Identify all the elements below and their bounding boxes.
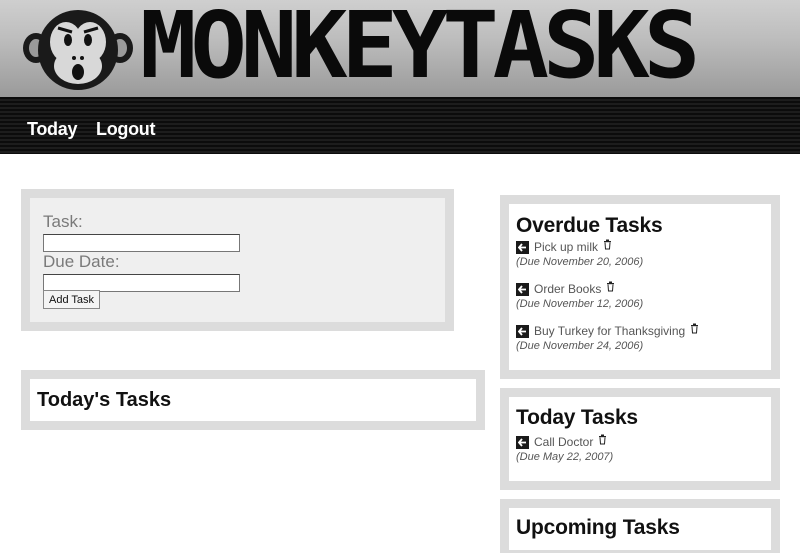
left-arrow-icon[interactable]	[516, 282, 529, 296]
task-due-date: (Due May 22, 2007)	[516, 451, 614, 463]
upcoming-tasks-panel: Upcoming Tasks	[500, 499, 780, 553]
add-task-form: Task: Due Date: Add Task	[21, 189, 454, 331]
trash-icon[interactable]	[690, 323, 699, 334]
add-task-button[interactable]: Add Task	[43, 290, 101, 309]
overdue-tasks-panel: Overdue Tasks Pick up milk (Due November…	[500, 195, 780, 379]
nav-logout-link[interactable]: Logout	[96, 119, 155, 140]
left-arrow-icon[interactable]	[516, 324, 529, 338]
trash-icon[interactable]	[606, 281, 615, 292]
trash-icon[interactable]	[603, 239, 612, 250]
task-item: Call Doctor (Due May 22, 2007)	[516, 434, 614, 463]
logo-wordmark: MONKEYTASKS	[140, 0, 700, 97]
task-name: Call Doctor	[534, 435, 594, 449]
upcoming-tasks-title: Upcoming Tasks	[516, 516, 680, 539]
task-item: Buy Turkey for Thanksgiving (Due Novembe…	[516, 323, 699, 352]
task-name: Pick up milk	[534, 240, 599, 254]
today-tasks-title: Today Tasks	[516, 406, 638, 429]
todays-tasks-title: Today's Tasks	[37, 389, 172, 411]
task-item: Pick up milk (Due November 20, 2006)	[516, 239, 644, 268]
task-name: Order Books	[534, 282, 602, 296]
due-date-label: Due Date:	[43, 252, 120, 271]
todays-tasks-panel: Today's Tasks	[21, 370, 485, 430]
nav-bar: Today Logout	[0, 97, 800, 154]
trash-icon[interactable]	[598, 434, 607, 445]
left-arrow-icon[interactable]	[516, 435, 529, 449]
left-arrow-icon[interactable]	[516, 240, 529, 254]
task-name: Buy Turkey for Thanksgiving	[534, 324, 686, 338]
task-due-date: (Due November 24, 2006)	[516, 340, 644, 352]
task-item: Order Books (Due November 12, 2006)	[516, 281, 644, 310]
task-due-date: (Due November 12, 2006)	[516, 298, 644, 310]
site-header: MONKEYTASKS	[0, 0, 800, 97]
task-label: Task:	[43, 212, 83, 231]
today-tasks-panel: Today Tasks Call Doctor (Due May 22, 200…	[500, 388, 780, 490]
monkey-face-icon	[23, 10, 133, 90]
overdue-tasks-title: Overdue Tasks	[516, 214, 663, 237]
nav-today-link[interactable]: Today	[27, 119, 77, 140]
task-due-date: (Due November 20, 2006)	[516, 256, 644, 268]
task-input[interactable]	[43, 234, 240, 252]
